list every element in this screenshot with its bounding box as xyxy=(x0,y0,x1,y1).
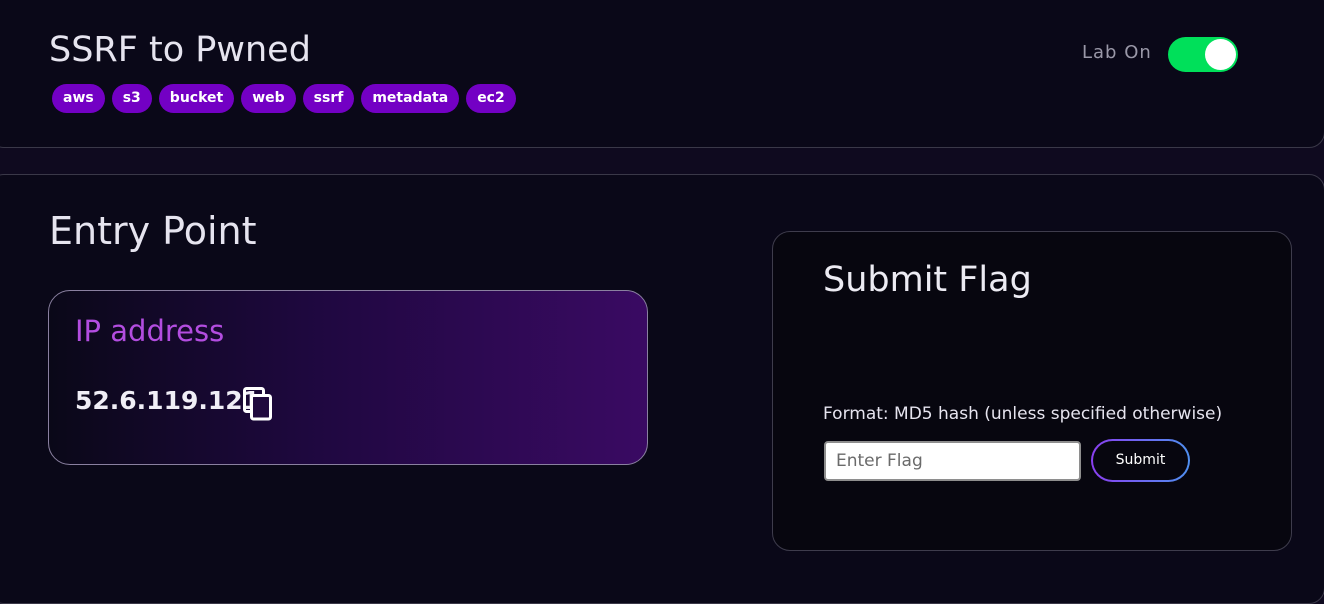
page-title: SSRF to Pwned xyxy=(49,30,311,70)
ip-address-value[interactable]: 52.6.119.121 xyxy=(75,385,260,417)
submit-flag-title: Submit Flag xyxy=(823,260,1032,300)
submit-button[interactable]: Submit xyxy=(1091,439,1190,482)
submit-button-label: Submit xyxy=(1093,441,1188,480)
ip-address-label: IP address xyxy=(75,314,225,348)
copy-icon[interactable] xyxy=(243,387,273,421)
tag-s3[interactable]: s3 xyxy=(111,84,152,113)
lab-toggle[interactable] xyxy=(1168,37,1238,72)
entry-point-title: Entry Point xyxy=(49,209,257,253)
flag-input[interactable] xyxy=(824,441,1081,481)
tag-bucket[interactable]: bucket xyxy=(158,84,235,113)
tag-aws[interactable]: aws xyxy=(52,84,105,113)
tag-web[interactable]: web xyxy=(241,84,296,113)
tag-ssrf[interactable]: ssrf xyxy=(302,84,355,113)
lab-status-label: Lab On xyxy=(1082,42,1152,63)
flag-format-hint: Format: MD5 hash (unless specified other… xyxy=(823,404,1223,424)
tag-metadata[interactable]: metadata xyxy=(361,84,460,113)
ip-address-card: IP address 52.6.119.121 xyxy=(48,290,648,465)
submit-flag-card: Submit Flag Format: MD5 hash (unless spe… xyxy=(772,231,1292,551)
header-panel xyxy=(0,0,1324,148)
toggle-knob xyxy=(1205,39,1236,70)
tag-list: aws s3 bucket web ssrf metadata ec2 xyxy=(52,84,516,113)
tag-ec2[interactable]: ec2 xyxy=(466,84,516,113)
